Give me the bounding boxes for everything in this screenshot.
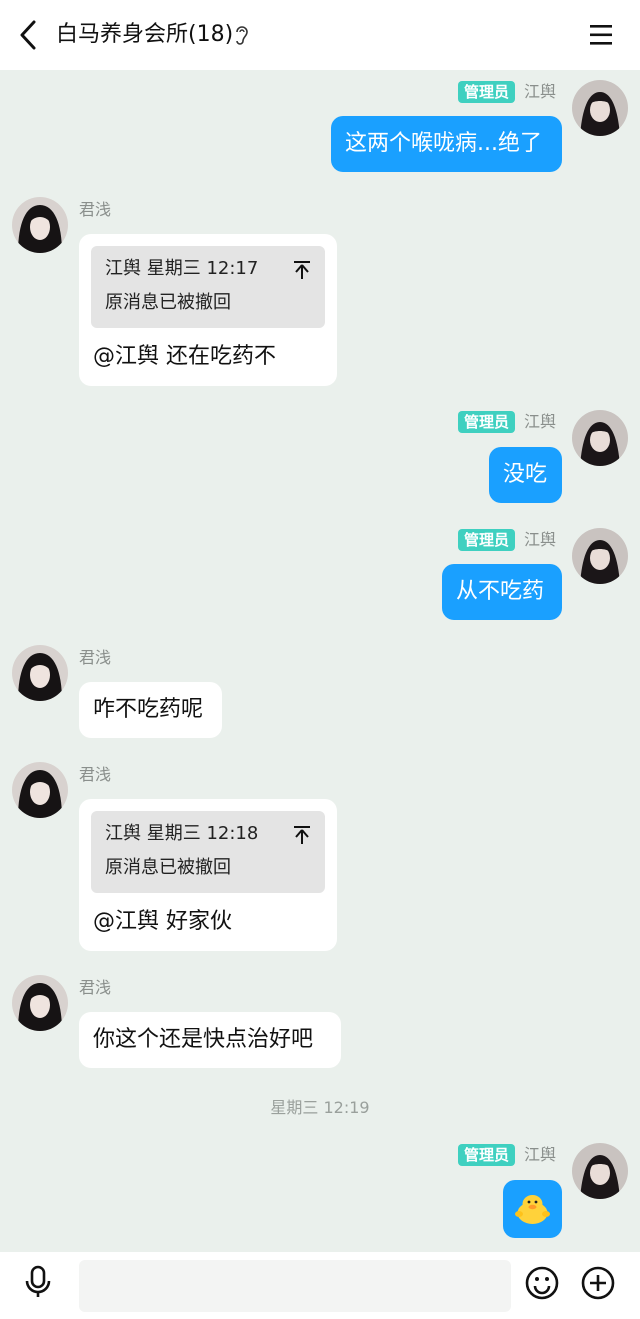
message-bubble[interactable]: 你这个还是快点治好吧 (79, 1012, 341, 1068)
quoted-message-bubble[interactable]: 江舆 星期三 12:17 原消息已被撤回 @江舆 还在吃药不 (79, 234, 337, 386)
message-bubble[interactable]: 从不吃药 (442, 564, 562, 620)
quoted-message-bubble[interactable]: 江舆 星期三 12:18 原消息已被撤回 @江舆 好家伙 (79, 799, 337, 951)
avatar[interactable] (12, 645, 68, 701)
sender-name: 江舆 (524, 1145, 557, 1164)
menu-icon[interactable] (588, 22, 614, 48)
avatar[interactable] (12, 975, 68, 1031)
quote-header: 江舆 星期三 12:17 (105, 258, 259, 279)
timestamp: 星期三 12:19 (270, 1098, 370, 1117)
sender-name: 君浅 (79, 978, 112, 997)
sticker-bubble[interactable] (503, 1180, 562, 1238)
sender-name: 江舆 (524, 82, 557, 101)
sender-name: 君浅 (79, 765, 112, 784)
avatar[interactable] (572, 410, 628, 466)
avatar[interactable] (572, 528, 628, 584)
quoted-message[interactable]: 江舆 星期三 12:18 原消息已被撤回 (91, 811, 325, 893)
admin-badge: 管理员 (458, 411, 516, 433)
duck-emoji-icon (515, 1195, 550, 1224)
admin-badge: 管理员 (458, 81, 516, 103)
add-icon[interactable] (580, 1265, 616, 1301)
input-bar (0, 1252, 640, 1319)
message-input[interactable] (79, 1260, 511, 1312)
avatar[interactable] (12, 197, 68, 253)
avatar[interactable] (12, 762, 68, 818)
avatar[interactable] (572, 80, 628, 136)
sender-name: 江舆 (524, 412, 557, 431)
microphone-icon[interactable] (20, 1264, 56, 1300)
reply-text: @江舆 还在吃药不 (93, 344, 276, 369)
jump-to-message-icon[interactable] (293, 825, 311, 845)
quote-header: 江舆 星期三 12:18 (105, 823, 259, 844)
avatar[interactable] (572, 1143, 628, 1199)
message-bubble[interactable]: 没吃 (489, 447, 562, 503)
chat-header: 白马养身会所(18) (0, 0, 640, 70)
quote-body: 原消息已被撤回 (105, 857, 231, 878)
back-icon[interactable] (14, 18, 42, 52)
sender-name: 江舆 (524, 530, 557, 549)
message-bubble[interactable]: 咋不吃药呢 (79, 682, 222, 738)
sender-name: 君浅 (79, 648, 112, 667)
emoji-icon[interactable] (524, 1265, 560, 1301)
chat-title: 白马养身会所(18) (56, 22, 234, 47)
admin-badge: 管理员 (458, 529, 516, 551)
ear-icon (236, 26, 248, 45)
sender-name: 君浅 (79, 200, 112, 219)
quoted-message[interactable]: 江舆 星期三 12:17 原消息已被撤回 (91, 246, 325, 328)
quote-body: 原消息已被撤回 (105, 292, 231, 313)
message-bubble[interactable]: 这两个喉咙病...绝了 (331, 116, 562, 172)
jump-to-message-icon[interactable] (293, 260, 311, 280)
admin-badge: 管理员 (458, 1144, 516, 1166)
reply-text: @江舆 好家伙 (93, 909, 232, 934)
